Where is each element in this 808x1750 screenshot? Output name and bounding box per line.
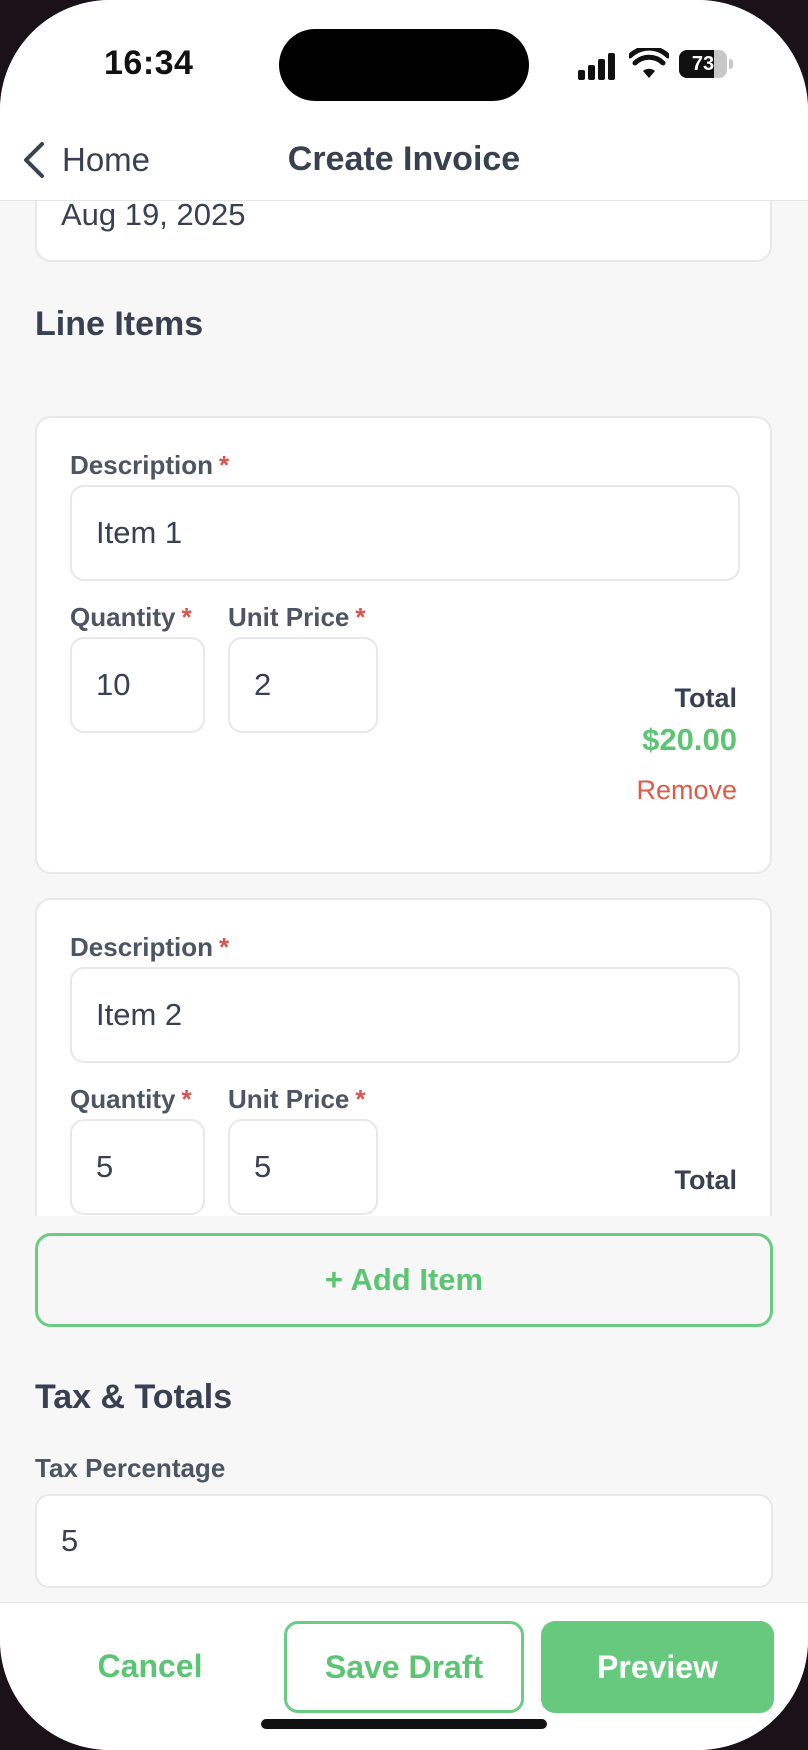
tax-percentage-label: Tax Percentage <box>35 1453 226 1483</box>
cancel-button[interactable]: Cancel <box>50 1621 250 1711</box>
phone-screen: 16:34 73 Home Create Invoice Aug 19, 202… <box>0 0 808 1750</box>
description-input[interactable]: Item 2 <box>70 967 740 1063</box>
battery-level: 73 <box>691 53 715 75</box>
line-item-card: Description * Item 2 Quantity * Unit Price… <box>35 898 772 1216</box>
unit-price-input[interactable]: 5 <box>228 1119 378 1215</box>
unit-price-label: Unit Price * <box>228 602 366 632</box>
description-label: Description * <box>70 450 230 480</box>
navigation-bar: Home Create Invoice <box>0 120 808 201</box>
dynamic-island <box>279 29 529 101</box>
save-draft-button[interactable]: Save Draft <box>284 1621 524 1713</box>
page-title: Create Invoice <box>287 140 521 178</box>
description-label: Description * <box>70 932 230 962</box>
preview-button[interactable]: Preview <box>541 1621 774 1713</box>
wifi-icon <box>629 48 669 78</box>
tax-totals-heading: Tax & Totals <box>35 1378 233 1416</box>
battery-icon: 73 <box>679 50 733 78</box>
total-label: Total <box>674 683 738 713</box>
total-label: Total <box>674 1165 738 1195</box>
unit-price-label: Unit Price * <box>228 1084 366 1114</box>
description-input[interactable]: Item 1 <box>70 485 740 581</box>
status-bar: 16:34 73 <box>0 0 808 120</box>
quantity-label: Quantity * <box>70 602 192 632</box>
date-value: Aug 19, 2025 <box>61 201 246 232</box>
quantity-input[interactable]: 10 <box>70 637 205 733</box>
line-total-value: $20.00 <box>642 722 737 757</box>
quantity-input[interactable]: 5 <box>70 1119 205 1215</box>
tax-percentage-input[interactable]: 5 <box>35 1494 773 1588</box>
add-item-button[interactable]: + Add Item <box>35 1233 773 1327</box>
quantity-label: Quantity * <box>70 1084 192 1114</box>
status-time: 16:34 <box>104 44 194 82</box>
unit-price-input[interactable]: 2 <box>228 637 378 733</box>
remove-item-button[interactable]: Remove <box>636 775 737 806</box>
home-indicator[interactable] <box>261 1719 547 1729</box>
date-field[interactable]: Aug 19, 2025 <box>35 201 772 262</box>
line-items-heading: Line Items <box>35 305 204 343</box>
scroll-content[interactable]: Aug 19, 2025 Line Items Description * Ite… <box>0 201 808 1216</box>
cellular-signal-icon <box>578 52 618 80</box>
line-item-card: Description * Item 1 Quantity * Unit Price… <box>35 416 772 874</box>
